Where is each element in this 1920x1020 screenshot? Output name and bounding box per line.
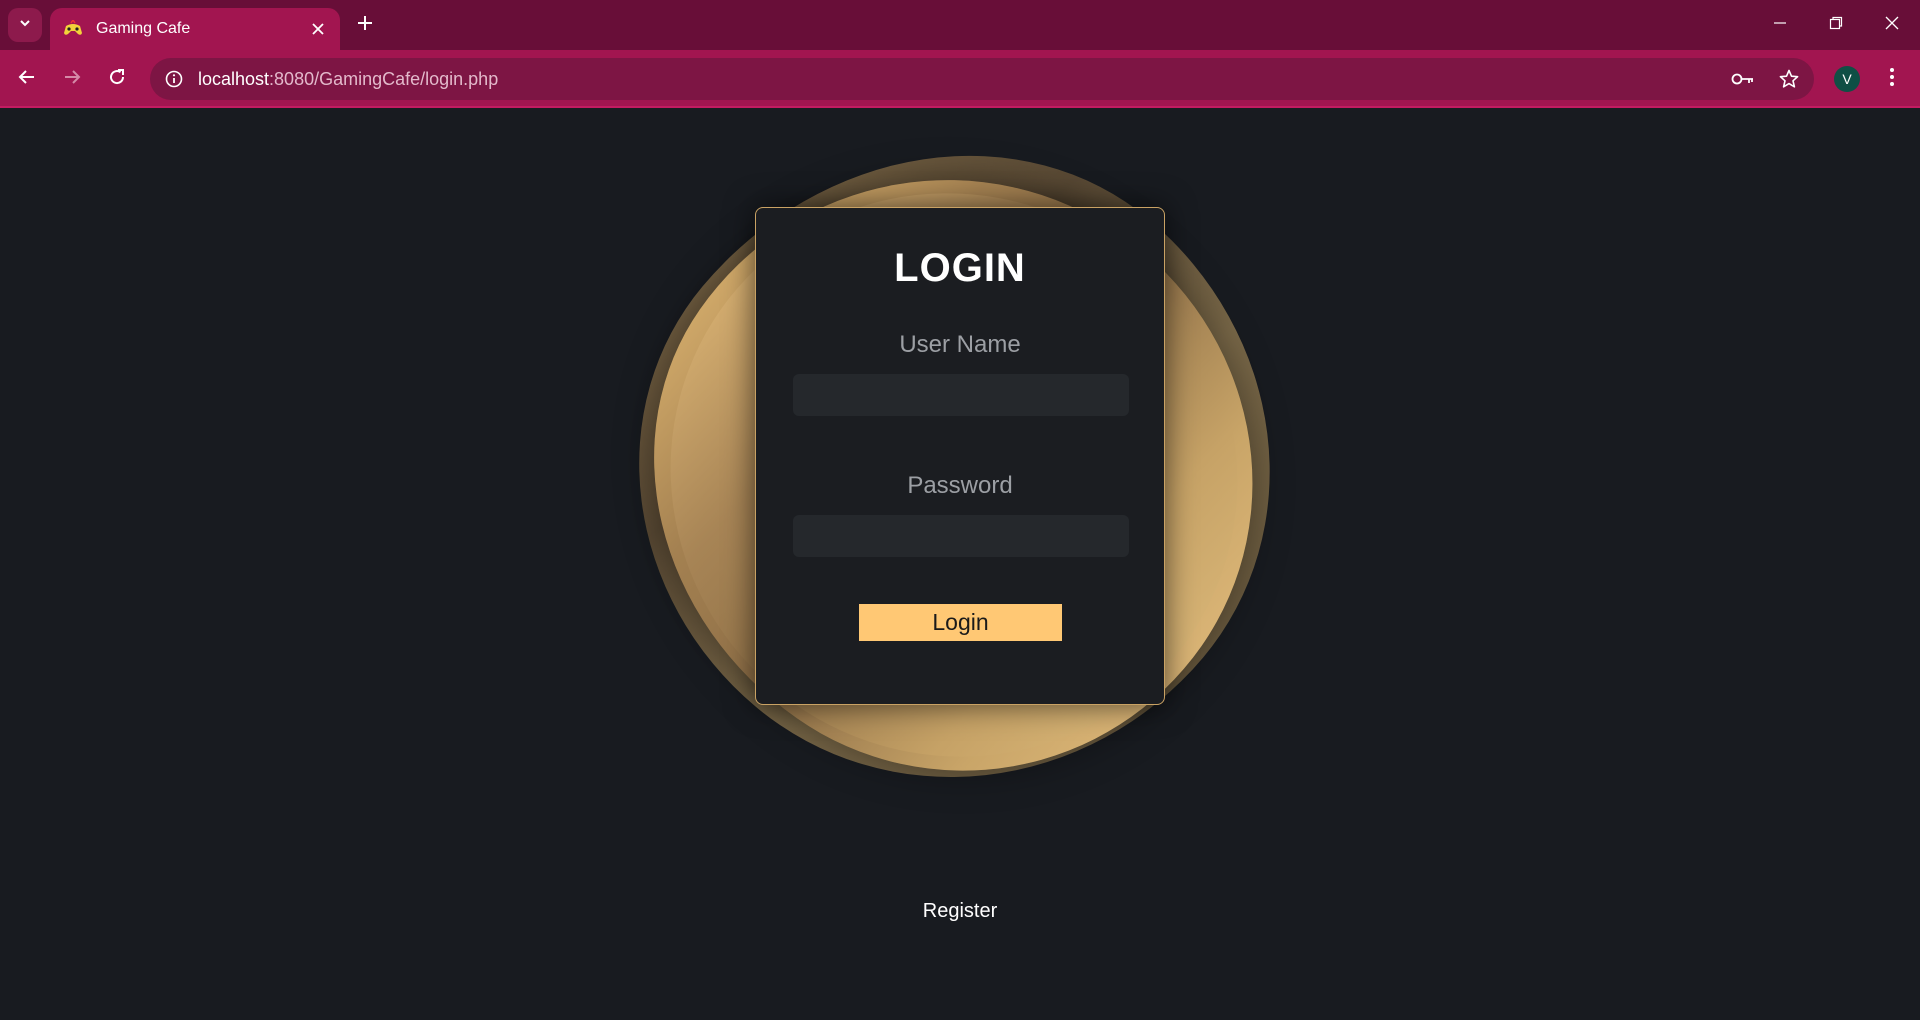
star-icon[interactable] [1776, 66, 1802, 92]
register-link[interactable]: Register [0, 900, 1920, 923]
url-text: localhost:8080/GamingCafe/login.php [198, 69, 498, 90]
forward-button[interactable] [55, 62, 89, 96]
password-input[interactable] [793, 515, 1129, 557]
tab-strip: Gaming Cafe [0, 0, 1920, 50]
chevron-down-icon [18, 16, 32, 35]
close-window-button[interactable] [1864, 0, 1920, 50]
arrow-right-icon [63, 68, 81, 91]
window-controls [1752, 0, 1920, 50]
url-host: localhost [198, 68, 270, 89]
minimize-button[interactable] [1752, 0, 1808, 50]
address-bar[interactable]: localhost:8080/GamingCafe/login.php [150, 58, 1814, 100]
key-icon[interactable] [1730, 66, 1756, 92]
browser-toolbar: localhost:8080/GamingCafe/login.php V [0, 50, 1920, 108]
login-form: LOGIN User Name Password Login [755, 207, 1165, 705]
login-button[interactable]: Login [859, 604, 1062, 641]
restore-button[interactable] [1808, 0, 1864, 50]
username-label: User Name [899, 331, 1021, 358]
kebab-menu-icon [1889, 67, 1895, 92]
reload-button[interactable] [100, 62, 134, 96]
register-link-text[interactable]: Register [923, 900, 997, 922]
password-label: Password [907, 472, 1013, 499]
plus-icon [357, 15, 373, 36]
info-icon[interactable] [154, 58, 194, 100]
arrow-left-icon [18, 68, 36, 91]
login-title: LOGIN [894, 246, 1026, 290]
back-button[interactable] [10, 62, 44, 96]
page-content: LOGIN User Name Password Login Register [0, 27, 1920, 1020]
close-icon [1885, 16, 1899, 35]
gamepad-icon [62, 18, 84, 40]
minimize-icon [1773, 16, 1787, 35]
browser-tab[interactable]: Gaming Cafe [50, 8, 340, 50]
restore-icon [1829, 16, 1843, 35]
tab-search-button[interactable] [8, 8, 42, 42]
url-path: :8080/GamingCafe/login.php [269, 68, 499, 89]
avatar[interactable]: V [1834, 66, 1860, 92]
address-bar-actions [1730, 58, 1802, 100]
tab-close-icon[interactable] [306, 17, 330, 41]
tab-title: Gaming Cafe [96, 20, 191, 37]
reload-icon [108, 68, 126, 91]
new-tab-button[interactable] [352, 12, 378, 38]
browser-menu-button[interactable] [1880, 64, 1904, 94]
username-input[interactable] [793, 374, 1129, 416]
